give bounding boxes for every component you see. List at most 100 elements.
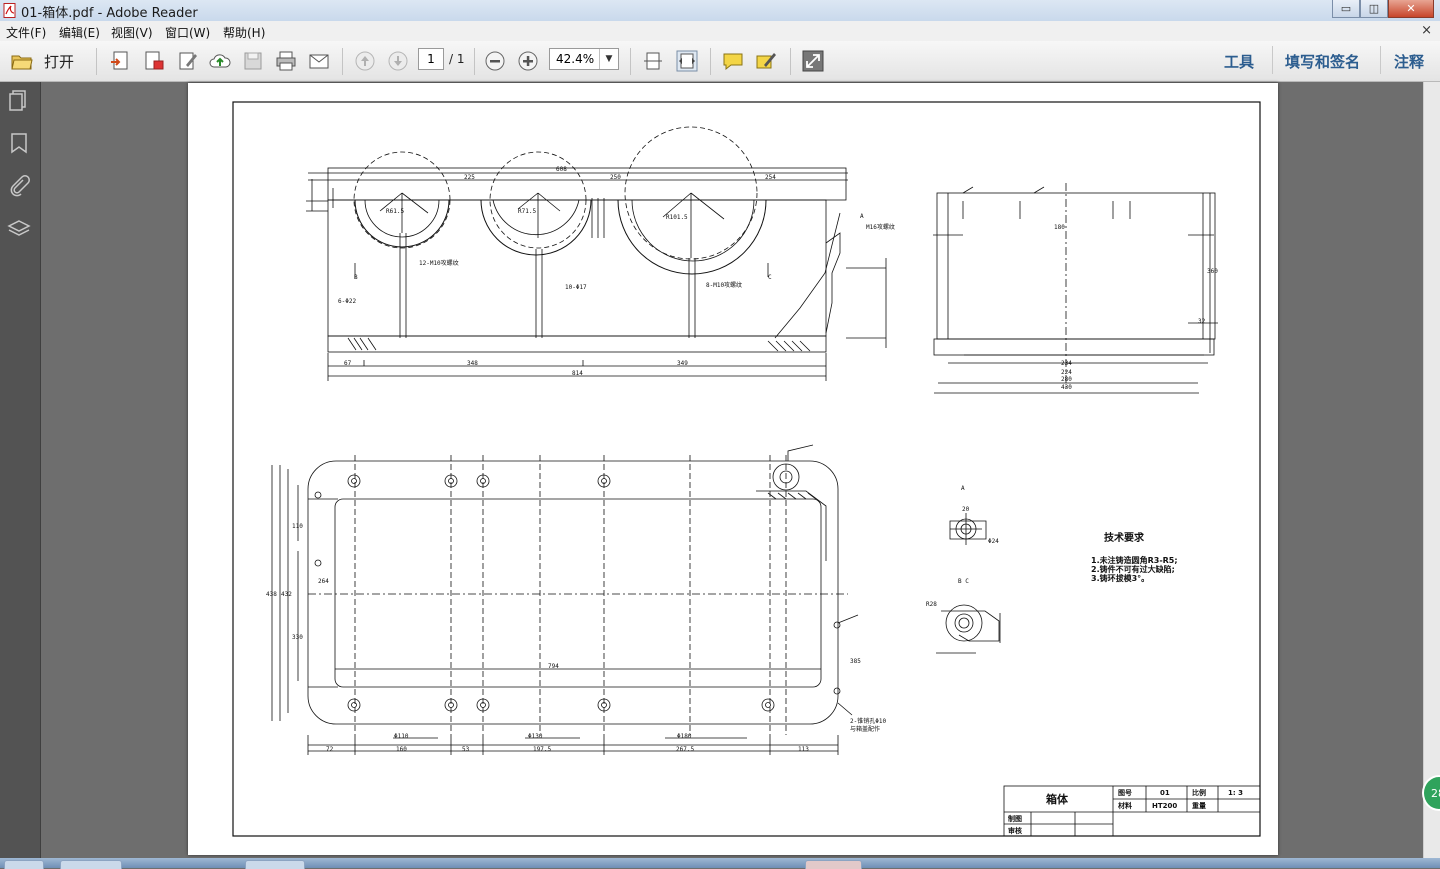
engineering-drawing: 608 225 250 254 67 348 349 814 12-M10攻螺纹… bbox=[232, 101, 1261, 837]
zoom-select[interactable]: 42.4% ▼ bbox=[549, 48, 619, 70]
svg-text:430: 430 bbox=[1061, 384, 1072, 391]
close-button[interactable]: ✕ bbox=[1388, 0, 1434, 18]
svg-text:110: 110 bbox=[292, 523, 303, 530]
svg-text:Φ130: Φ130 bbox=[528, 733, 543, 740]
full-screen-icon[interactable] bbox=[801, 49, 825, 73]
menu-bar: 文件(F) 编辑(E) 视图(V) 窗口(W) 帮助(H) × bbox=[0, 21, 1440, 42]
layers-icon[interactable] bbox=[7, 217, 31, 241]
svg-text:438: 438 bbox=[266, 591, 277, 598]
zoom-value: 42.4% bbox=[556, 52, 595, 66]
maximize-button[interactable]: ◫ bbox=[1360, 0, 1388, 18]
menu-file[interactable]: 文件(F) bbox=[6, 24, 46, 41]
attachments-icon[interactable] bbox=[7, 174, 31, 198]
svg-text:Φ180: Φ180 bbox=[677, 733, 692, 740]
svg-text:重量: 重量 bbox=[1192, 801, 1206, 810]
open-button-label[interactable]: 打开 bbox=[44, 51, 74, 72]
svg-text:材料: 材料 bbox=[1117, 801, 1132, 810]
svg-text:432: 432 bbox=[281, 591, 292, 598]
svg-text:HT200: HT200 bbox=[1152, 802, 1177, 810]
svg-text:360: 360 bbox=[1207, 268, 1218, 275]
svg-text:8-M10攻螺纹: 8-M10攻螺纹 bbox=[706, 281, 742, 289]
fit-width-icon[interactable] bbox=[675, 49, 699, 73]
comment-link[interactable]: 注释 bbox=[1394, 51, 1424, 72]
taskbar bbox=[0, 858, 1440, 868]
export-pdf-icon[interactable] bbox=[142, 49, 166, 73]
document-close-button[interactable]: × bbox=[1421, 23, 1432, 38]
svg-text:R28: R28 bbox=[926, 601, 937, 608]
svg-text:01: 01 bbox=[1160, 789, 1170, 797]
svg-text:C: C bbox=[768, 274, 772, 281]
plan-view bbox=[271, 444, 859, 755]
svg-text:10-Φ17: 10-Φ17 bbox=[565, 284, 587, 291]
svg-text:67: 67 bbox=[344, 360, 352, 367]
svg-text:72: 72 bbox=[326, 746, 334, 753]
svg-text:32: 32 bbox=[1198, 318, 1206, 325]
title-bar: 01-箱体.pdf - Adobe Reader ▭ ◫ ✕ bbox=[0, 0, 1440, 22]
open-folder-icon[interactable] bbox=[10, 49, 34, 73]
svg-text:794: 794 bbox=[548, 663, 559, 670]
bookmarks-icon[interactable] bbox=[7, 131, 31, 155]
print-icon[interactable] bbox=[274, 49, 298, 73]
svg-text:264: 264 bbox=[318, 578, 329, 585]
tools-link[interactable]: 工具 bbox=[1224, 51, 1254, 72]
svg-text:160: 160 bbox=[396, 746, 407, 753]
svg-text:图号: 图号 bbox=[1118, 788, 1132, 797]
svg-text:12-M10攻螺纹: 12-M10攻螺纹 bbox=[419, 259, 459, 267]
save-icon[interactable] bbox=[241, 49, 265, 73]
svg-text:R61.5: R61.5 bbox=[386, 208, 404, 215]
part-name: 箱体 bbox=[1046, 792, 1069, 806]
previous-page-icon[interactable] bbox=[353, 49, 377, 73]
svg-text:审核: 审核 bbox=[1008, 826, 1022, 835]
svg-text:B: B bbox=[354, 274, 358, 281]
navigation-pane bbox=[0, 82, 41, 858]
svg-text:267.5: 267.5 bbox=[676, 746, 694, 753]
chevron-down-icon[interactable]: ▼ bbox=[599, 49, 618, 69]
vertical-scrollbar[interactable] bbox=[1423, 82, 1440, 858]
svg-text:348: 348 bbox=[467, 360, 478, 367]
tech-req-title: 技术要求 bbox=[1104, 531, 1145, 544]
svg-text:6-Φ22: 6-Φ22 bbox=[338, 298, 356, 305]
email-icon[interactable] bbox=[307, 49, 331, 73]
fit-page-icon[interactable] bbox=[641, 49, 665, 73]
drawing-labels: 608 225 250 254 67 348 349 814 12-M10攻螺纹… bbox=[266, 166, 1243, 835]
pdf-page: 608 225 250 254 67 348 349 814 12-M10攻螺纹… bbox=[188, 83, 1278, 855]
svg-text:234: 234 bbox=[1061, 360, 1072, 367]
svg-text:330: 330 bbox=[292, 634, 303, 641]
menu-view[interactable]: 视图(V) bbox=[111, 24, 153, 41]
svg-text:385: 385 bbox=[850, 658, 861, 665]
menu-help[interactable]: 帮助(H) bbox=[223, 24, 265, 41]
highlight-icon[interactable] bbox=[754, 49, 778, 73]
create-pdf-icon[interactable] bbox=[108, 49, 132, 73]
svg-text:180: 180 bbox=[1054, 224, 1065, 231]
tech-req-item: 3.铸环拔模3°。 bbox=[1091, 573, 1149, 583]
svg-text:A: A bbox=[860, 213, 864, 220]
svg-text:A: A bbox=[961, 485, 965, 492]
comment-icon[interactable] bbox=[721, 49, 745, 73]
next-page-icon[interactable] bbox=[386, 49, 410, 73]
svg-text:R101.5: R101.5 bbox=[666, 214, 688, 221]
fill-sign-link[interactable]: 填写和签名 bbox=[1285, 51, 1360, 72]
zoom-out-icon[interactable] bbox=[483, 49, 507, 73]
svg-text:349: 349 bbox=[677, 360, 688, 367]
svg-text:814: 814 bbox=[572, 370, 583, 377]
pdf-file-icon bbox=[3, 3, 16, 18]
minimize-button[interactable]: ▭ bbox=[1332, 0, 1360, 18]
zoom-in-icon[interactable] bbox=[516, 49, 540, 73]
edit-pdf-icon[interactable] bbox=[176, 49, 200, 73]
window-title: 01-箱体.pdf - Adobe Reader bbox=[21, 6, 198, 21]
page-number-input[interactable] bbox=[418, 48, 444, 70]
menu-window[interactable]: 窗口(W) bbox=[165, 24, 210, 41]
svg-text:M16攻螺纹: M16攻螺纹 bbox=[866, 223, 895, 231]
svg-text:113: 113 bbox=[798, 746, 809, 753]
svg-text:53: 53 bbox=[462, 746, 470, 753]
svg-text:Φ24: Φ24 bbox=[988, 538, 999, 545]
svg-text:2-锥销孔Φ10: 2-锥销孔Φ10 bbox=[850, 717, 886, 725]
svg-text:Φ110: Φ110 bbox=[394, 733, 409, 740]
page-thumbnails-icon[interactable] bbox=[7, 88, 31, 112]
cloud-upload-icon[interactable] bbox=[208, 49, 232, 73]
menu-edit[interactable]: 编辑(E) bbox=[59, 24, 100, 41]
tech-req-item: 1.未注铸造圆角R3-R5; bbox=[1091, 555, 1178, 565]
svg-text:与箱盖配作: 与箱盖配作 bbox=[850, 725, 880, 733]
front-view bbox=[306, 126, 887, 381]
tech-req-item: 2.铸件不可有过大缺陷; bbox=[1091, 564, 1175, 574]
